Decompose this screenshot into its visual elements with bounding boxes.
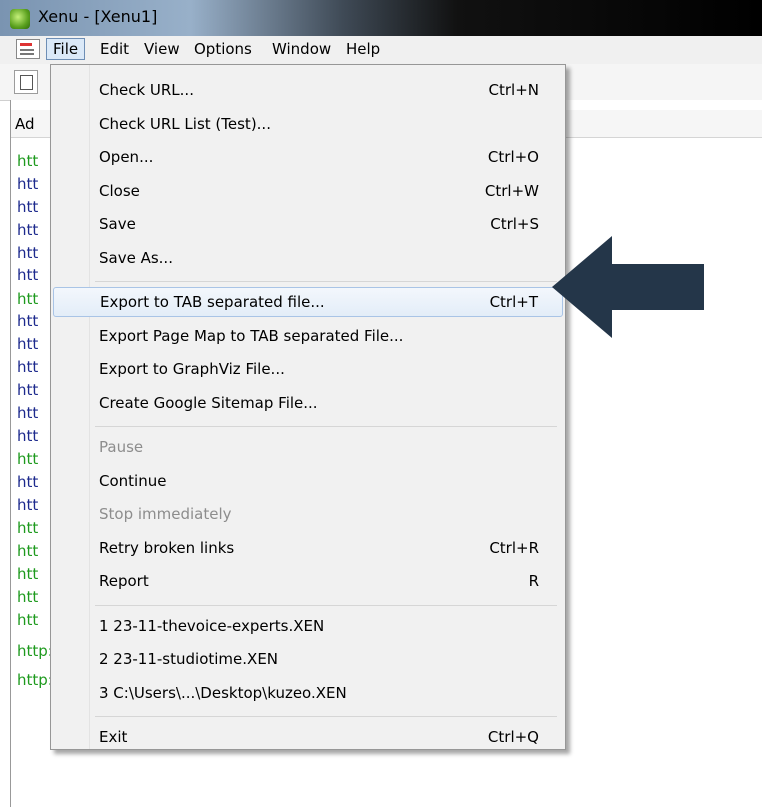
list-item[interactable]: htt	[17, 150, 38, 172]
menu-item-label: Report	[99, 572, 149, 590]
menu-item-open[interactable]: Open... Ctrl+O	[53, 142, 563, 172]
menu-item-save[interactable]: Save Ctrl+S	[53, 209, 563, 239]
menu-item-label: Check URL...	[99, 81, 194, 99]
list-item[interactable]: htt	[17, 563, 38, 585]
menu-item-shortcut: Ctrl+T	[489, 293, 538, 311]
list-item[interactable]: htt	[17, 379, 38, 401]
menu-item-label: 2 23-11-studiotime.XEN	[99, 650, 279, 668]
menu-item-create-google-sitemap-file[interactable]: Create Google Sitemap File...	[53, 388, 563, 418]
menu-item-label: 1 23-11-thevoice-experts.XEN	[99, 616, 325, 635]
menu-item-shortcut: Ctrl+S	[490, 215, 539, 233]
list-item[interactable]: htt	[17, 356, 38, 378]
menu-bar: File Edit View Options Window Help	[0, 36, 762, 65]
menu-options[interactable]: Options	[188, 38, 258, 60]
menu-item-3-c-users-desktop-kuzeo-xen[interactable]: 3 C:\Users\...\Desktop\kuzeo.XEN	[53, 678, 563, 708]
menu-item-pause: Pause	[53, 432, 563, 462]
list-item[interactable]: htt	[17, 494, 38, 516]
menu-item-label: Continue	[99, 471, 167, 490]
menu-item-label: Pause	[99, 438, 144, 456]
list-item[interactable]: htt	[17, 173, 38, 195]
menu-file[interactable]: File	[46, 38, 86, 60]
menu-item-save-as[interactable]: Save As...	[53, 243, 563, 273]
menu-item-check-url-list-test[interactable]: Check URL List (Test)...	[53, 109, 563, 139]
menu-item-shortcut: Ctrl+Q	[487, 728, 539, 746]
list-item[interactable]: htt	[17, 288, 38, 310]
menu-item-label: Save	[99, 215, 136, 233]
list-item[interactable]: htt	[17, 586, 38, 608]
file-menu-dropdown: Check URL... Ctrl+N Check URL List (Test).…	[50, 64, 566, 750]
list-item[interactable]: htt	[17, 242, 38, 264]
menu-item-shortcut: Ctrl+O	[487, 148, 539, 166]
menu-item-label: Open...	[99, 148, 154, 166]
menu-item-retry-broken-links[interactable]: Retry broken links Ctrl+R	[53, 533, 563, 563]
left-arrow-icon	[552, 236, 704, 338]
arrow-annotation	[552, 236, 704, 338]
menu-view[interactable]: View	[138, 38, 186, 60]
xenu-app-icon	[10, 9, 30, 29]
list-item[interactable]: htt	[17, 517, 38, 539]
list-item[interactable]: htt	[17, 264, 38, 286]
menu-item-shortcut: Ctrl+N	[488, 81, 539, 99]
menu-item-1-23-11-thevoice-experts-xen[interactable]: 1 23-11-thevoice-experts.XEN	[53, 611, 563, 641]
list-item[interactable]: htt	[17, 540, 38, 562]
menu-item-label: 3 C:\Users\...\Desktop\kuzeo.XEN	[99, 683, 347, 702]
menu-item-label: Create Google Sitemap File...	[99, 393, 318, 412]
menu-item-export-to-graphviz-file[interactable]: Export to GraphViz File...	[53, 354, 563, 384]
list-item[interactable]: htt	[17, 425, 38, 447]
new-file-icon[interactable]	[14, 70, 38, 94]
menu-window[interactable]: Window	[266, 38, 337, 60]
menu-item-stop-immediately: Stop immediately	[53, 499, 563, 529]
menu-item-2-23-11-studiotime-xen[interactable]: 2 23-11-studiotime.XEN	[53, 644, 563, 674]
document-icon[interactable]	[16, 39, 40, 59]
list-item[interactable]: htt	[17, 196, 38, 218]
menu-item-exit[interactable]: Exit Ctrl+Q	[53, 722, 563, 752]
menu-separator	[95, 281, 557, 282]
menu-separator	[95, 426, 557, 427]
menu-item-label: Close	[99, 181, 140, 200]
menu-edit[interactable]: Edit	[94, 38, 135, 60]
menu-item-shortcut: Ctrl+W	[484, 181, 539, 200]
menu-item-check-url[interactable]: Check URL... Ctrl+N	[53, 75, 563, 105]
list-item[interactable]: htt	[17, 402, 38, 424]
menu-help[interactable]: Help	[340, 38, 386, 60]
menu-item-shortcut: Ctrl+R	[489, 538, 539, 557]
list-item[interactable]: htt	[17, 609, 38, 631]
menu-separator	[95, 604, 557, 606]
menu-item-label: Export to GraphViz File...	[99, 360, 285, 378]
list-item[interactable]: htt	[17, 471, 38, 493]
menu-item-export-page-map-to-tab-separated-file[interactable]: Export Page Map to TAB separated File...	[53, 321, 563, 351]
menu-item-report[interactable]: Report R	[53, 566, 563, 596]
list-item[interactable]: htt	[17, 219, 38, 241]
menu-item-label: Retry broken links	[99, 538, 235, 557]
list-item[interactable]: htt	[17, 448, 38, 470]
menu-item-label: Export to TAB separated file...	[100, 293, 325, 311]
menu-item-label: Export Page Map to TAB separated File...	[99, 326, 404, 345]
menu-item-export-to-tab-separated-file[interactable]: Export to TAB separated file... Ctrl+T	[53, 287, 563, 317]
list-item[interactable]: htt	[17, 310, 38, 332]
list-item[interactable]: htt	[17, 333, 38, 355]
window-title: Xenu - [Xenu1]	[38, 7, 158, 26]
menu-item-label: Exit	[99, 728, 128, 746]
menu-item-label: Check URL List (Test)...	[99, 114, 271, 133]
menu-item-close[interactable]: Close Ctrl+W	[53, 176, 563, 206]
menu-item-label: Stop immediately	[99, 505, 232, 523]
menu-item-label: Save As...	[99, 248, 173, 267]
menu-separator	[95, 716, 557, 717]
title-bar: Xenu - [Xenu1]	[0, 0, 762, 36]
menu-item-shortcut: R	[528, 572, 539, 590]
menu-item-continue[interactable]: Continue	[53, 466, 563, 496]
